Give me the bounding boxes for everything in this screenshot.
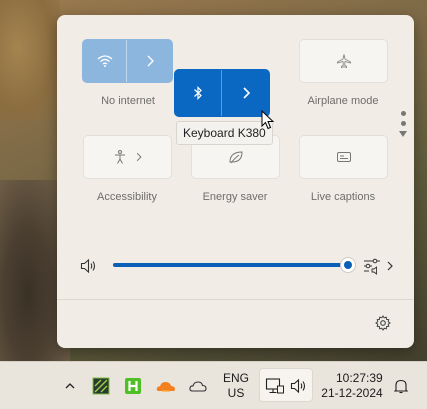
- accessibility-icon: [114, 150, 125, 164]
- clock-text: 10:27:39 21-12-2024: [321, 371, 382, 401]
- wifi-label: No internet: [101, 95, 155, 107]
- clock-time: 10:27:39: [335, 371, 383, 385]
- chevron-right-icon: [387, 261, 393, 271]
- bluetooth-toggle[interactable]: [175, 70, 223, 116]
- page-down-arrow-icon[interactable]: [399, 131, 407, 137]
- volume-slider-thumb[interactable]: [340, 257, 356, 273]
- bluetooth-tile[interactable]: [174, 69, 270, 117]
- volume-slider-fill: [113, 263, 348, 267]
- live-captions-label: Live captions: [310, 191, 376, 203]
- airplane-icon: [336, 54, 351, 69]
- airplane-mode-label: Airplane mode: [307, 95, 379, 107]
- speaker-icon[interactable]: [80, 258, 98, 274]
- show-hidden-icons-button[interactable]: [62, 362, 78, 409]
- tray-app-onedrive[interactable]: [188, 362, 208, 409]
- volume-slider[interactable]: [113, 257, 356, 273]
- chevron-right-icon: [242, 87, 250, 99]
- mouse-cursor-icon: [261, 110, 275, 130]
- wifi-expand-button[interactable]: [127, 40, 172, 82]
- bell-icon: [394, 379, 408, 394]
- network-wired-icon: [265, 378, 284, 394]
- wifi-toggle[interactable]: [83, 40, 128, 82]
- leaf-icon: [228, 151, 243, 164]
- input-language-indicator[interactable]: ENG US: [220, 362, 252, 409]
- settings-gear-icon[interactable]: [375, 315, 391, 331]
- energy-saver-label: Energy saver: [202, 191, 268, 203]
- speaker-icon: [290, 378, 306, 394]
- cloudflare-icon: [156, 382, 175, 392]
- quick-settings-panel: No internet Airplane mode Accessibility …: [57, 15, 414, 348]
- accessibility-label: Accessibility: [97, 191, 157, 203]
- live-captions-tile[interactable]: [299, 135, 388, 179]
- bluetooth-device-tooltip: Keyboard K380: [176, 121, 273, 145]
- page-dot-2: [400, 121, 406, 126]
- tray-app-1[interactable]: [91, 362, 111, 409]
- chevron-up-icon: [65, 383, 75, 389]
- page-dot-1: [400, 111, 406, 116]
- screen-capture-app-icon: [92, 377, 110, 395]
- clock[interactable]: 10:27:39 21-12-2024: [318, 362, 386, 409]
- wallpaper-rock-top: [0, 0, 60, 120]
- accessibility-tile[interactable]: [83, 135, 172, 179]
- language-code: ENG: [222, 371, 249, 385]
- region-code: US: [227, 386, 245, 400]
- chevron-right-icon: [136, 152, 142, 162]
- wifi-icon: [97, 55, 112, 67]
- wifi-tile[interactable]: [82, 39, 173, 83]
- bluetooth-icon: [194, 86, 202, 100]
- sliders-speaker-icon: [364, 258, 380, 275]
- captions-icon: [336, 152, 351, 162]
- panel-divider: [57, 299, 414, 300]
- audio-output-selector-button[interactable]: [363, 255, 395, 277]
- tray-app-cloudflare[interactable]: [155, 362, 177, 409]
- clock-date: 21-12-2024: [321, 386, 383, 400]
- airplane-mode-tile[interactable]: [299, 39, 388, 83]
- language-text: ENG US: [223, 371, 249, 401]
- tray-app-2[interactable]: [123, 362, 143, 409]
- page-indicator[interactable]: [399, 111, 407, 137]
- cloud-icon: [189, 381, 207, 392]
- h-app-icon: [125, 378, 141, 394]
- network-volume-tray-button[interactable]: [259, 368, 313, 402]
- taskbar: ENG US 10:27:39 21-12-2024: [0, 361, 427, 409]
- notifications-button[interactable]: [391, 362, 411, 409]
- chevron-right-icon: [147, 55, 154, 67]
